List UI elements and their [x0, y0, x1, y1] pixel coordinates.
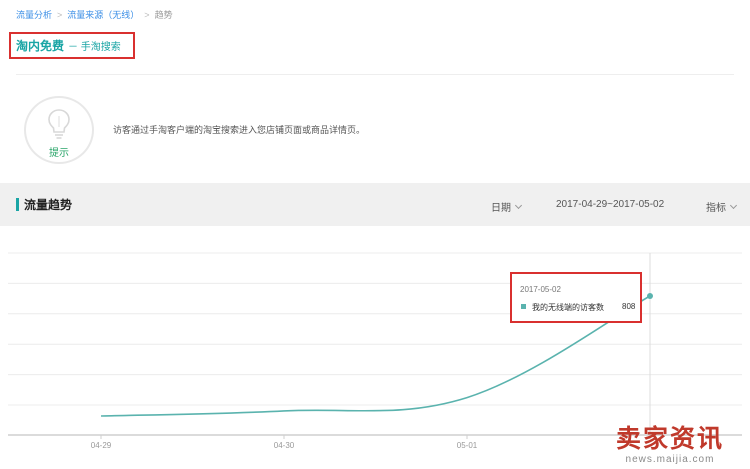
breadcrumb-item-traffic-source[interactable]: 流量来源（无线）: [67, 8, 139, 21]
tip-label: 提示: [49, 148, 69, 159]
x-tick-label: 05-01: [457, 441, 478, 450]
section-accent-bar: [16, 198, 19, 211]
chart-tooltip: 2017-05-02 我的无线端的访客数 808: [510, 272, 642, 323]
x-tick-label: 04-29: [91, 441, 112, 450]
metric-select[interactable]: 指标: [706, 199, 738, 214]
date-granularity-label: 日期: [491, 203, 511, 214]
trend-header: 流量趋势 日期 2017-04-29~2017-05-02 指标: [0, 183, 750, 226]
chevron-down-icon: [729, 201, 738, 209]
watermark-logo: 卖家资讯 news.maijia.com: [596, 425, 744, 466]
trend-title: 流量趋势: [24, 198, 73, 212]
page-title-main: 淘内免费: [16, 39, 65, 53]
tooltip-value: 808: [622, 302, 636, 311]
data-point-hover: [647, 293, 653, 299]
divider: [16, 74, 734, 75]
tooltip-series-label: 我的无线端的访客数: [532, 303, 604, 312]
date-range-picker[interactable]: 2017-04-29~2017-05-02: [556, 199, 664, 210]
watermark-url: news.maijia.com: [625, 454, 715, 465]
lightbulb-icon: [48, 109, 70, 139]
breadcrumb: 流量分析 > 流量来源（无线） > 趋势: [16, 8, 173, 21]
date-granularity-select[interactable]: 日期: [491, 199, 523, 214]
page-title-sub: － 手淘搜索: [68, 42, 121, 53]
metric-label: 指标: [706, 203, 726, 214]
x-tick-label: 04-30: [274, 441, 295, 450]
breadcrumb-separator-icon: >: [57, 9, 63, 20]
breadcrumb-separator-icon: >: [144, 9, 150, 20]
watermark-text: 卖家资讯: [615, 425, 724, 453]
tip-badge: 提示: [24, 96, 94, 164]
chevron-down-icon: [514, 201, 523, 209]
tooltip-date: 2017-05-02: [520, 285, 561, 294]
date-range-label: 2017-04-29~2017-05-02: [556, 199, 665, 210]
tip-description: 访客通过手淘客户端的淘宝搜索进入您店铺页面或商品详情页。: [113, 125, 366, 135]
breadcrumb-item-traffic-analysis[interactable]: 流量分析: [16, 8, 52, 21]
breadcrumb-item-current: 趋势: [154, 10, 173, 20]
tooltip-series-swatch: [521, 304, 526, 309]
page-title: 淘内免费 － 手淘搜索: [9, 32, 135, 59]
